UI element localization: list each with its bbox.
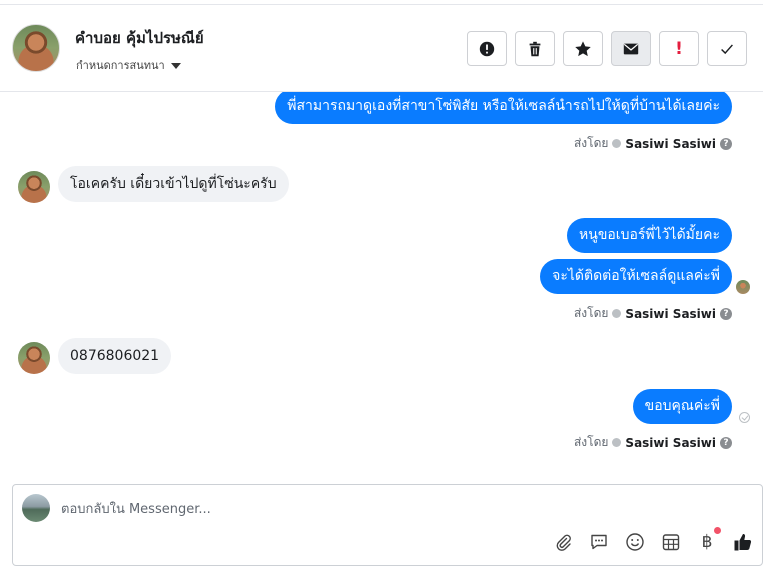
message-outgoing[interactable]: พี่สามารถมาดูเองที่สาขาโซ่พิสัย หรือให้เ…	[275, 92, 732, 124]
help-icon[interactable]: ?	[720, 137, 732, 150]
saved-replies-button[interactable]	[588, 531, 610, 553]
sender-avatar[interactable]	[18, 171, 50, 203]
mark-done-button[interactable]	[707, 31, 747, 66]
conversation-toolbar: !	[467, 31, 747, 66]
message-incoming[interactable]: โอเคครับ เดี๋ยวเข้าไปดูที่โซ่นะครับ	[58, 166, 289, 202]
help-icon[interactable]: ?	[720, 307, 732, 320]
page-badge-icon	[612, 139, 622, 148]
conversation-header: คำบอย คุ้มไปรษณีย์ กำหนดการสนทนา !	[0, 0, 763, 92]
page-avatar	[22, 494, 50, 522]
message-outgoing[interactable]: หนูขอเบอร์พี่ไว้ได้มั้ยคะ	[567, 218, 732, 253]
envelope-icon	[623, 43, 639, 54]
seen-avatar	[736, 280, 750, 294]
reply-input[interactable]	[61, 499, 661, 519]
contact-name[interactable]: คำบอย คุ้มไปรษณีย์	[75, 26, 204, 50]
assign-conversation-label: กำหนดการสนทนา	[76, 59, 165, 72]
sent-by-label: ส่งโดย Sasiwi Sasiwi ?	[574, 433, 732, 452]
header-divider	[0, 4, 763, 5]
message-outgoing[interactable]: จะได้ติดต่อให้เซลล์ดูแลค่ะพี่	[540, 259, 732, 294]
mark-unread-button[interactable]	[611, 31, 651, 66]
page-badge-icon	[612, 438, 622, 447]
calendar-grid-icon	[662, 534, 680, 551]
delivered-icon	[739, 412, 750, 423]
thumbs-up-icon	[734, 534, 752, 551]
payment-button[interactable]: ฿	[696, 527, 721, 553]
contact-avatar[interactable]	[12, 24, 60, 72]
page-badge-icon	[612, 309, 622, 318]
sent-by-label: ส่งโดย Sasiwi Sasiwi ?	[574, 304, 732, 323]
like-button[interactable]	[732, 531, 754, 553]
delete-button[interactable]	[515, 31, 555, 66]
exclamation-icon: !	[675, 38, 683, 59]
sent-by-label: ส่งโดย Sasiwi Sasiwi ?	[574, 134, 732, 153]
baht-icon: ฿	[701, 532, 713, 552]
sender-name[interactable]: Sasiwi Sasiwi	[625, 436, 716, 450]
paperclip-icon	[556, 534, 571, 551]
message-thread[interactable]: พี่สามารถมาดูเองที่สาขาโซ่พิสัย หรือให้เ…	[0, 92, 763, 472]
appointment-button[interactable]	[660, 531, 682, 553]
help-icon[interactable]: ?	[720, 436, 732, 449]
trash-icon	[529, 41, 541, 56]
mark-spam-button[interactable]	[467, 31, 507, 66]
notification-dot	[714, 527, 721, 534]
emoji-button[interactable]	[624, 531, 646, 553]
message-incoming[interactable]: 0876806021	[58, 338, 172, 374]
check-icon	[721, 43, 733, 54]
messenger-inbox-conversation: คำบอย คุ้มไปรษณีย์ กำหนดการสนทนา ! พี่สา…	[0, 0, 763, 572]
smiley-icon	[626, 533, 644, 551]
sender-name[interactable]: Sasiwi Sasiwi	[625, 307, 716, 321]
follow-up-button[interactable]: !	[659, 31, 699, 66]
assign-conversation-dropdown[interactable]: กำหนดการสนทนา	[76, 56, 181, 74]
star-button[interactable]	[563, 31, 603, 66]
message-outgoing[interactable]: ขอบคุณค่ะพี่	[632, 389, 732, 424]
star-icon	[575, 40, 591, 56]
attach-button[interactable]	[552, 531, 574, 553]
reply-composer: ฿	[12, 484, 763, 566]
sender-avatar[interactable]	[18, 342, 50, 374]
sent-by-prefix: ส่งโดย	[573, 435, 609, 449]
sender-name[interactable]: Sasiwi Sasiwi	[625, 137, 716, 151]
alert-circle-icon	[479, 41, 495, 56]
chat-bubble-icon	[591, 534, 607, 550]
composer-tools: ฿	[552, 527, 754, 553]
sent-by-prefix: ส่งโดย	[573, 136, 609, 150]
caret-down-icon	[170, 62, 181, 69]
sent-by-prefix: ส่งโดย	[573, 306, 609, 320]
